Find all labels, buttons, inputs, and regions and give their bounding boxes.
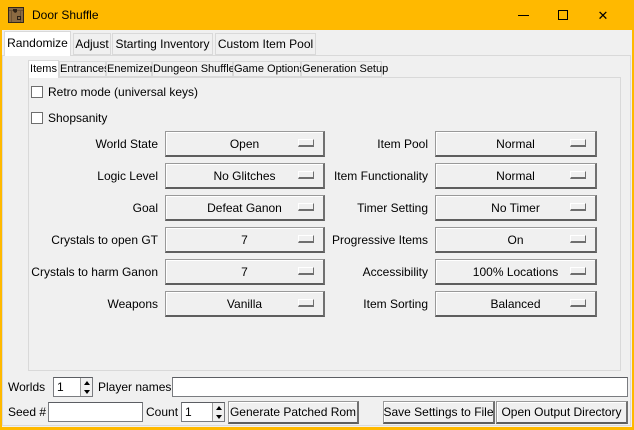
tab-dungeon-shuffle[interactable]: Dungeon Shuffle [152,61,233,77]
spin-down-button[interactable] [81,387,92,396]
spin-up-icon [216,406,222,410]
title-bar: Door Shuffle ✕ [0,0,634,30]
dropdown-indicator-icon [570,299,586,307]
minimize-icon [518,15,529,16]
tab-enemizer[interactable]: Enemizer [106,61,152,77]
retro-mode-label: Retro mode (universal keys) [48,85,198,99]
maximize-button[interactable] [546,0,580,30]
tab-items[interactable]: Items [28,60,59,78]
item-sorting-dropdown[interactable]: Balanced [435,291,597,317]
worlds-spin-buttons [80,378,92,396]
logic-level-label: Logic Level [28,163,158,189]
tab-starting-inventory[interactable]: Starting Inventory [112,33,213,55]
world-state-label: World State [28,131,158,157]
count-spin-buttons [212,403,224,421]
world-state-value: Open [230,137,259,151]
accessibility-dropdown[interactable]: 100% Locations [435,259,597,285]
seed-input[interactable] [48,402,143,422]
logic-level-dropdown[interactable]: No Glitches [165,163,325,189]
dropdown-indicator-icon [298,267,314,275]
timer-setting-label: Timer Setting [328,195,428,221]
items-tab-panel [28,77,621,371]
progressive-items-value: On [507,233,523,247]
tab-game-options[interactable]: Game Options [233,61,301,77]
count-spinbox[interactable]: 1 [181,402,225,422]
count-label: Count [146,402,178,422]
item-pool-value: Normal [496,137,535,151]
tab-custom-item-pool[interactable]: Custom Item Pool [215,33,316,55]
timer-setting-dropdown[interactable]: No Timer [435,195,597,221]
door-icon [8,7,24,23]
player-names-input[interactable] [172,377,628,397]
item-sorting-label: Item Sorting [328,291,428,317]
crystals-open-gt-dropdown[interactable]: 7 [165,227,325,253]
count-value: 1 [185,403,211,421]
dropdown-indicator-icon [570,203,586,211]
item-functionality-value: Normal [496,169,535,183]
spin-down-button[interactable] [213,412,224,421]
spin-down-icon [216,415,222,419]
item-pool-dropdown[interactable]: Normal [435,131,597,157]
player-names-label: Player names [98,377,171,397]
dropdown-indicator-icon [298,203,314,211]
accessibility-label: Accessibility [328,259,428,285]
accessibility-value: 100% Locations [473,265,558,279]
dropdown-indicator-icon [298,299,314,307]
tab-randomize[interactable]: Randomize [4,31,71,56]
item-sorting-value: Balanced [490,297,540,311]
world-state-dropdown[interactable]: Open [165,131,325,157]
open-output-directory-button[interactable]: Open Output Directory [496,401,628,424]
generate-patched-rom-button[interactable]: Generate Patched Rom [228,401,359,424]
crystals-harm-ganon-dropdown[interactable]: 7 [165,259,325,285]
goal-dropdown[interactable]: Defeat Ganon [165,195,325,221]
dropdown-indicator-icon [570,267,586,275]
dropdown-indicator-icon [570,235,586,243]
progressive-items-dropdown[interactable]: On [435,227,597,253]
spin-up-button[interactable] [213,403,224,412]
crystals-harm-ganon-value: 7 [241,265,248,279]
save-settings-button[interactable]: Save Settings to File [383,401,495,424]
crystals-harm-ganon-label: Crystals to harm Ganon [28,259,158,285]
close-button[interactable]: ✕ [586,0,620,30]
window-title: Door Shuffle [32,0,99,30]
spin-up-icon [84,381,90,385]
shopsanity-checkbox[interactable] [31,112,43,124]
spin-down-icon [84,390,90,394]
crystals-open-gt-label: Crystals to open GT [28,227,158,253]
maximize-icon [558,10,568,20]
goal-label: Goal [28,195,158,221]
item-functionality-dropdown[interactable]: Normal [435,163,597,189]
client-area: Randomize Adjust Starting Inventory Cust… [2,30,632,427]
weapons-label: Weapons [28,291,158,317]
dropdown-indicator-icon [298,235,314,243]
weapons-dropdown[interactable]: Vanilla [165,291,325,317]
spin-up-button[interactable] [81,378,92,387]
shopsanity-label: Shopsanity [48,111,107,125]
seed-label: Seed # [8,402,46,422]
minimize-button[interactable] [506,0,540,30]
dropdown-indicator-icon [298,171,314,179]
dropdown-indicator-icon [570,139,586,147]
worlds-spinbox[interactable]: 1 [53,377,93,397]
dropdown-indicator-icon [298,139,314,147]
app-window: Door Shuffle ✕ Randomize Adjust Starting… [0,0,634,430]
timer-setting-value: No Timer [491,201,540,215]
item-functionality-label: Item Functionality [328,163,428,189]
logic-level-value: No Glitches [213,169,275,183]
item-pool-label: Item Pool [328,131,428,157]
tab-adjust[interactable]: Adjust [73,33,111,55]
dropdown-indicator-icon [570,171,586,179]
weapons-value: Vanilla [227,297,262,311]
worlds-label: Worlds [8,377,45,397]
progressive-items-label: Progressive Items [328,227,428,253]
close-icon: ✕ [598,9,609,22]
tab-entrances[interactable]: Entrances [59,61,106,77]
crystals-open-gt-value: 7 [241,233,248,247]
tab-generation-setup[interactable]: Generation Setup [301,61,382,77]
goal-value: Defeat Ganon [207,201,282,215]
worlds-value: 1 [57,378,79,396]
retro-mode-checkbox[interactable] [31,86,43,98]
